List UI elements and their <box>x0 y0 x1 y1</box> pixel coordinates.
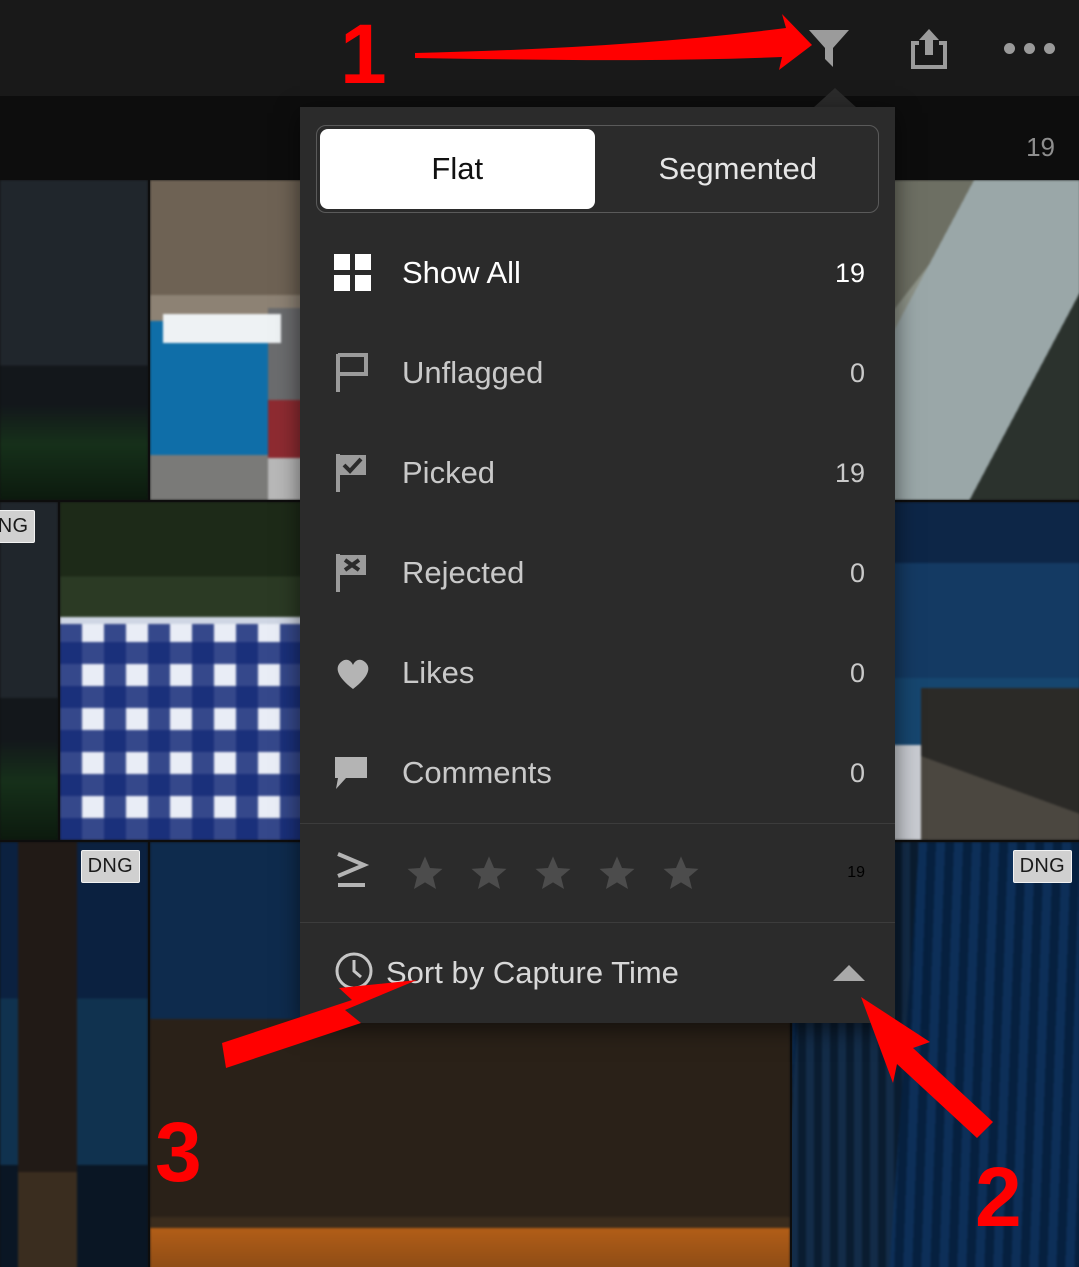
filter-popover: Flat Segmented Show All 19 Unflagged 0 P… <box>300 107 895 1023</box>
photo-thumbnail[interactable] <box>60 502 310 840</box>
filter-row-label: Unflagged <box>402 355 544 390</box>
filter-row-count: 0 <box>849 657 865 688</box>
filter-icon[interactable] <box>779 0 879 96</box>
photo-image <box>0 502 58 840</box>
photo-thumbnail[interactable]: DNG <box>0 842 148 1267</box>
sort-label: Sort by Capture Time <box>386 955 679 990</box>
comment-icon <box>334 755 390 791</box>
filter-row-show-all[interactable]: Show All 19 <box>300 223 895 323</box>
filter-row-rejected[interactable]: Rejected 0 <box>300 523 895 623</box>
photo-thumbnail[interactable] <box>150 180 310 500</box>
app-root: DNG DNG DNG 19 <box>0 0 1079 1267</box>
toolbar-icon-group <box>779 0 1079 96</box>
annotation-number-1: 1 <box>340 7 387 101</box>
filter-row-count: 19 <box>834 257 865 288</box>
heart-icon <box>334 656 390 690</box>
star-icon[interactable] <box>660 853 702 893</box>
flag-icon <box>334 352 390 394</box>
dng-badge: DNG <box>80 850 140 883</box>
photo-image <box>0 180 148 500</box>
top-toolbar <box>0 0 1079 96</box>
annotation-number-2: 2 <box>975 1150 1022 1244</box>
tab-flat[interactable]: Flat <box>320 129 595 209</box>
filter-row-rating[interactable]: 19 <box>300 824 895 922</box>
star-icon[interactable] <box>532 853 574 893</box>
overflow-dots <box>1003 42 1055 54</box>
sort-direction-caret[interactable] <box>833 965 865 981</box>
filter-row-comments[interactable]: Comments 0 <box>300 723 895 823</box>
filter-row-label: Comments <box>402 755 552 790</box>
filter-row-likes[interactable]: Likes 0 <box>300 623 895 723</box>
photo-count-label: 19 <box>1026 132 1055 162</box>
photo-image <box>0 842 148 1267</box>
filter-row-count: 0 <box>849 557 865 588</box>
flag-check-icon <box>334 452 390 494</box>
filter-row-label: Likes <box>402 655 475 690</box>
share-icon[interactable] <box>879 0 979 96</box>
sort-by-capture-time-row[interactable]: Sort by Capture Time <box>300 923 895 1023</box>
filter-row-count: 0 <box>849 357 865 388</box>
star-icon[interactable] <box>468 853 510 893</box>
rating-count: 19 <box>847 864 865 881</box>
star-icon[interactable] <box>596 853 638 893</box>
filter-row-label: Show All <box>402 255 521 290</box>
popover-pointer <box>813 88 857 108</box>
clock-icon <box>334 951 374 996</box>
filter-row-count: 0 <box>849 757 865 788</box>
filter-row-unflagged[interactable]: Unflagged 0 <box>300 323 895 423</box>
dng-badge: DNG <box>0 510 36 543</box>
flag-x-icon <box>334 552 390 594</box>
grid-icon <box>334 254 390 292</box>
photo-image <box>60 502 310 840</box>
annotation-number-3: 3 <box>155 1105 202 1199</box>
filter-row-label: Picked <box>402 455 496 490</box>
dng-badge: DNG <box>1012 850 1072 883</box>
filter-row-count: 19 <box>834 457 865 488</box>
filter-row-picked[interactable]: Picked 19 <box>300 423 895 523</box>
photo-thumbnail[interactable]: DNG <box>0 502 58 840</box>
photo-image <box>150 180 310 500</box>
star-rating-group[interactable] <box>404 853 702 893</box>
tab-segmented[interactable]: Segmented <box>601 129 876 209</box>
filter-rows: Show All 19 Unflagged 0 Picked 19 Reject… <box>300 219 895 1023</box>
photo-thumbnail[interactable] <box>0 180 148 500</box>
greater-or-equal-icon <box>334 850 374 897</box>
filter-row-label: Rejected <box>402 555 525 590</box>
filter-view-tabs: Flat Segmented <box>316 125 879 213</box>
star-icon[interactable] <box>404 853 446 893</box>
overflow-menu-icon[interactable] <box>979 0 1079 96</box>
